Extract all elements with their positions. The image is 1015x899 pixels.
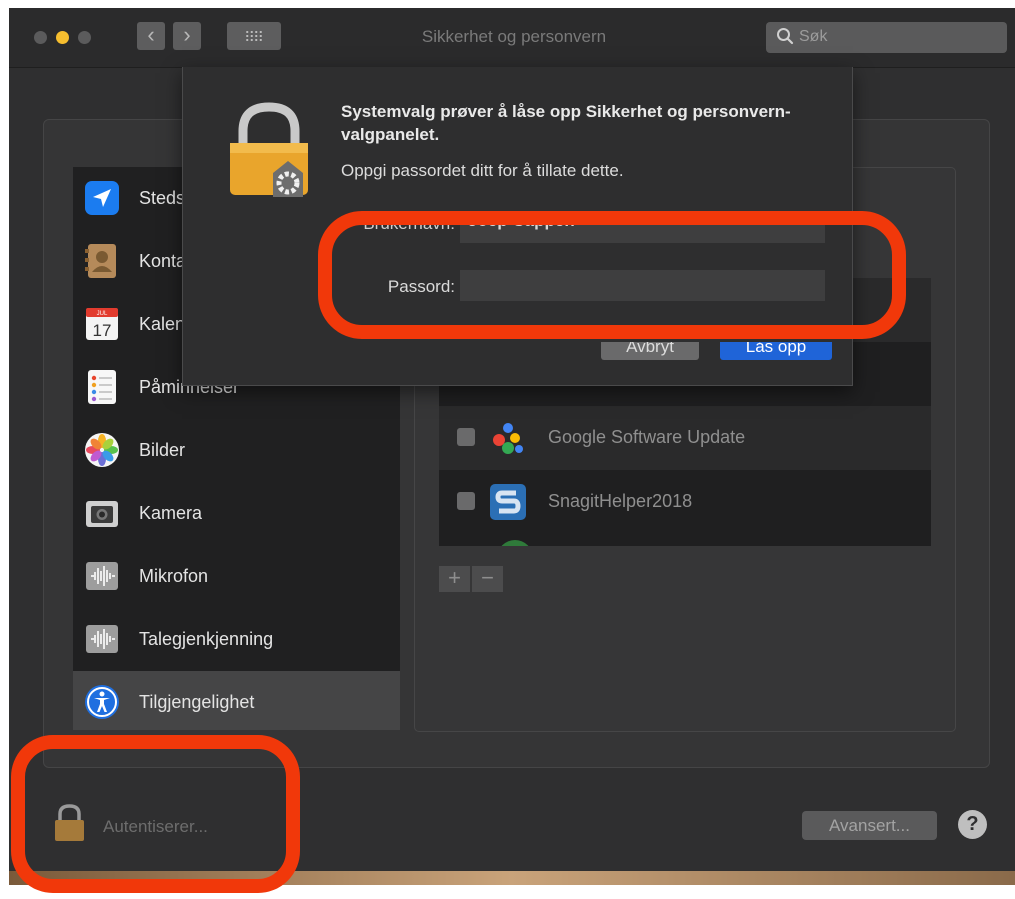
add-app-button[interactable]: +	[439, 566, 470, 592]
sidebar-item-label: Bilder	[139, 440, 186, 460]
back-button[interactable]: ‹	[137, 22, 165, 50]
advanced-button[interactable]: Avansert...	[802, 811, 937, 840]
reminders-list-icon	[88, 370, 116, 404]
app-checkbox[interactable]	[457, 492, 475, 510]
sidebar-item-camera[interactable]: Kamera	[73, 482, 400, 545]
sidebar-item-microphone[interactable]: Mikrofon	[73, 545, 400, 608]
zoom-window-button[interactable]	[78, 31, 91, 44]
calendar-month-text: JUL	[97, 311, 108, 317]
table-row[interactable]: SnagitHelper2018	[439, 470, 931, 534]
sidebar-item-label: Kamera	[139, 503, 203, 523]
search-placeholder: Søk	[799, 28, 828, 45]
help-button[interactable]: ?	[958, 810, 987, 839]
chevron-right-icon: ›	[183, 22, 191, 47]
photos-flower-icon	[85, 433, 119, 467]
search-field[interactable]: Søk	[766, 22, 1007, 53]
show-all-button[interactable]	[227, 22, 281, 50]
speech-waveform-icon	[86, 625, 118, 653]
window-title: Sikkerhet og personvern	[421, 27, 607, 46]
sidebar-item-label: Mikrofon	[139, 566, 209, 586]
minimize-window-button[interactable]	[56, 31, 69, 44]
calendar-icon: JUL 17	[86, 308, 118, 340]
app-checkbox[interactable]	[457, 428, 475, 446]
calendar-day-text: 17	[93, 321, 112, 340]
grid-icon	[245, 30, 263, 42]
title-bar: ‹ › Sikkerhet og personvern Søk	[9, 8, 1015, 68]
partial-app-icon	[497, 540, 533, 546]
app-name: SnagitHelper2018	[548, 491, 693, 511]
chevron-left-icon: ‹	[147, 22, 155, 47]
dialog-message: Oppgi passordet ditt for å tillate dette…	[341, 161, 624, 180]
sidebar-item-label: Talegjenkjenning	[139, 629, 274, 649]
password-highlight-annotation	[318, 211, 906, 339]
app-name: Google Software Update	[548, 427, 746, 447]
cancel-button[interactable]: Avbryt	[601, 342, 699, 360]
contacts-book-icon	[85, 244, 116, 278]
dialog-title: Systemvalg prøver å låse opp Sikkerhet o…	[341, 102, 791, 144]
sidebar-item-accessibility[interactable]: Tilgjengelighet	[73, 671, 400, 730]
sidebar-item-label: Tilgjengelighet	[139, 692, 255, 712]
google-update-icon	[493, 423, 523, 454]
accessibility-person-icon	[85, 685, 119, 719]
lock-highlight-annotation	[11, 735, 300, 893]
sidebar-item-photos[interactable]: Bilder	[73, 419, 400, 482]
microphone-waveform-icon	[86, 562, 118, 590]
location-arrow-icon	[85, 181, 119, 215]
unlock-button[interactable]: Lås opp	[720, 342, 832, 360]
remove-app-button[interactable]: −	[472, 566, 503, 592]
sidebar-item-speech-recognition[interactable]: Talegjenkjenning	[73, 608, 400, 671]
padlock-gear-icon	[230, 102, 308, 197]
forward-button[interactable]: ›	[173, 22, 201, 50]
close-window-button[interactable]	[34, 31, 47, 44]
snagit-s-icon	[490, 484, 526, 520]
search-icon	[777, 28, 794, 45]
camera-icon	[86, 501, 118, 527]
table-row[interactable]: Google Software Update	[439, 406, 931, 470]
add-remove-control: + −	[439, 566, 507, 592]
